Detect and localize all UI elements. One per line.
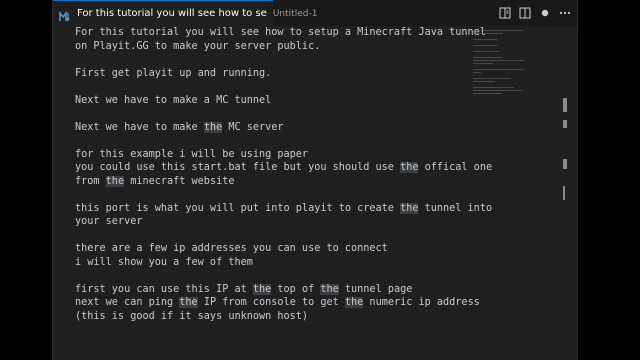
search-highlight: the: [105, 175, 125, 187]
editor-text-area[interactable]: For this tutorial you will see how to se…: [75, 26, 492, 324]
editor-line: Next we have to make a MC tunnel: [75, 94, 475, 108]
minimap-line: [473, 51, 499, 52]
search-highlight: the: [252, 283, 272, 295]
editor-line: your server: [75, 215, 475, 229]
minimap-line: [473, 30, 524, 31]
line-text: IP from console to get: [197, 297, 345, 308]
markdown-file-icon: [59, 8, 71, 22]
line-text: i will show you a few of them: [75, 256, 253, 268]
scrollbar-cursor-marker: [563, 186, 565, 200]
minimap-line: [473, 39, 497, 40]
editor-line: First get playit up and running.: [75, 67, 475, 81]
minimap-line: [473, 93, 502, 94]
editor-line: you could use this start.bat file but yo…: [75, 161, 492, 175]
editor-line: this port is what you will put into play…: [75, 202, 492, 216]
search-highlight: the: [400, 202, 419, 214]
line-text: numeric ip address: [363, 297, 480, 308]
line-text: from: [75, 175, 106, 187]
line-text: next we can ping: [75, 297, 180, 308]
line-text: First get playit up and running.: [75, 67, 272, 79]
minimap-line: [473, 72, 482, 73]
editor-line: Next we have to make the MC server: [75, 121, 475, 135]
line-text: for this example i will be using paper: [75, 148, 309, 160]
minimap-line: [473, 45, 497, 46]
editor-line: i will show you a few of them: [75, 256, 475, 270]
editor-window: For this tutorial you will see how to se…: [52, 0, 578, 360]
line-text: minecraft website: [124, 175, 235, 187]
scrollbar-marker: [563, 159, 567, 169]
line-text: top of: [271, 283, 321, 295]
search-highlight: the: [344, 297, 364, 308]
search-highlight: the: [203, 121, 223, 133]
tab-bar: For this tutorial you will see how to se…: [53, 0, 577, 26]
unsaved-dot-icon[interactable]: [539, 7, 551, 19]
minimap-line: [473, 81, 495, 82]
line-text: this port is what you will put into play…: [75, 202, 401, 214]
minimap-line: [473, 57, 502, 58]
open-preview-icon[interactable]: [499, 7, 511, 19]
editor-line: next we can ping the IP from console to …: [75, 296, 480, 310]
editor-line: there are a few ip addresses you can use…: [75, 242, 475, 256]
editor-line: from the minecraft website: [75, 175, 475, 189]
line-text: For this tutorial you will see how to se…: [75, 27, 486, 38]
minimap-line: [473, 69, 524, 70]
minimap-line: [473, 78, 512, 79]
tab-untitled-1[interactable]: For this tutorial you will see how to se…: [53, 0, 317, 26]
vertical-scrollbar[interactable]: [563, 26, 577, 360]
tab-title: For this tutorial you will see how to se: [77, 8, 267, 19]
scrollbar-marker: [563, 98, 567, 112]
split-editor-icon[interactable]: [519, 7, 531, 19]
line-text: on Playit.GG to make your server public.: [75, 40, 321, 52]
line-text: tunnel into: [418, 202, 493, 214]
editor-line: on Playit.GG to make your server public.: [75, 40, 475, 54]
editor-line: for this example i will be using paper: [75, 148, 475, 162]
line-text: first you can use this IP at: [75, 283, 253, 295]
line-text: Next we have to make a MC tunnel: [75, 94, 272, 106]
minimap-line: [473, 33, 503, 34]
line-text: Next we have to make: [75, 121, 204, 133]
tab-description: Untitled-1: [272, 8, 318, 19]
line-text: your server: [75, 216, 143, 227]
minimap-line: [473, 60, 524, 61]
minimap-line: [473, 87, 515, 88]
editor-line: (this is good if it says unknown host): [75, 310, 475, 324]
editor-line: For this tutorial you will see how to se…: [75, 26, 486, 40]
search-highlight: the: [400, 162, 419, 173]
scrollbar-marker: [563, 120, 567, 128]
search-highlight: the: [320, 283, 339, 295]
minimap[interactable]: [473, 30, 533, 94]
line-text: offical one: [418, 162, 493, 173]
more-actions-icon[interactable]: [559, 7, 571, 19]
line-text: (this is good if it says unknown host): [75, 310, 309, 322]
minimap-line: [473, 90, 523, 91]
editor-actions: [499, 0, 571, 26]
search-highlight: the: [179, 297, 198, 308]
minimap-line: [473, 63, 493, 64]
line-text: tunnel page: [338, 283, 413, 295]
line-text: you could use this start.bat file but yo…: [75, 162, 401, 173]
line-text: MC server: [222, 121, 284, 133]
editor-line: first you can use this IP at the top of …: [75, 283, 475, 297]
line-text: there are a few ip addresses you can use…: [75, 243, 388, 254]
